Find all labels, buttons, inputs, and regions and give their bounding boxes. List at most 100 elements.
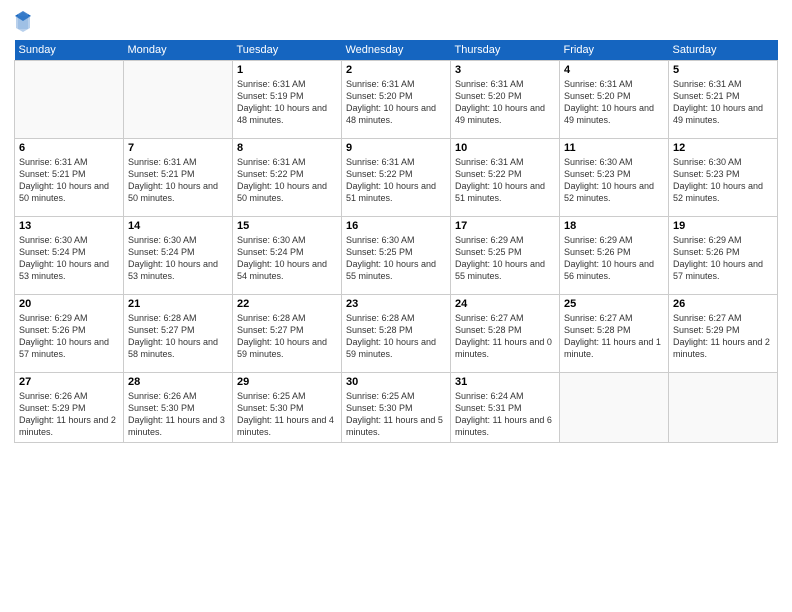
day-detail: Sunrise: 6:27 AM Sunset: 5:29 PM Dayligh… — [673, 312, 773, 361]
day-number: 28 — [128, 376, 228, 388]
logo-icon — [14, 10, 32, 32]
calendar-cell: 23 Sunrise: 6:28 AM Sunset: 5:28 PM Dayli… — [342, 295, 451, 373]
calendar-cell — [124, 61, 233, 139]
calendar-cell: 28 Sunrise: 6:26 AM Sunset: 5:30 PM Dayli… — [124, 373, 233, 443]
day-number: 8 — [237, 142, 337, 154]
calendar-week-row: 6 Sunrise: 6:31 AM Sunset: 5:21 PM Daylig… — [15, 139, 778, 217]
day-detail: Sunrise: 6:29 AM Sunset: 5:26 PM Dayligh… — [673, 234, 773, 283]
calendar-cell: 6 Sunrise: 6:31 AM Sunset: 5:21 PM Daylig… — [15, 139, 124, 217]
calendar-cell: 16Sunrise: 6:30 AM Sunset: 5:25 PM Dayli… — [342, 217, 451, 295]
day-detail: Sunrise: 6:30 AM Sunset: 5:23 PM Dayligh… — [673, 156, 773, 205]
calendar-week-row: 20 Sunrise: 6:29 AM Sunset: 5:26 PM Dayli… — [15, 295, 778, 373]
calendar-week-row: 27 Sunrise: 6:26 AM Sunset: 5:29 PM Dayli… — [15, 373, 778, 443]
day-number: 18 — [564, 220, 664, 232]
weekday-header-row: SundayMondayTuesdayWednesdayThursdayFrid… — [15, 40, 778, 61]
calendar-cell: 19Sunrise: 6:29 AM Sunset: 5:26 PM Dayli… — [669, 217, 778, 295]
calendar-cell: 18 Sunrise: 6:29 AM Sunset: 5:26 PM Dayli… — [560, 217, 669, 295]
day-number: 22 — [237, 298, 337, 310]
page: SundayMondayTuesdayWednesdayThursdayFrid… — [0, 0, 792, 612]
day-number: 30 — [346, 376, 446, 388]
day-detail: Sunrise: 6:31 AM Sunset: 5:22 PM Dayligh… — [455, 156, 555, 205]
day-detail: Sunrise: 6:31 AM Sunset: 5:20 PM Dayligh… — [346, 78, 446, 127]
day-number: 2 — [346, 64, 446, 76]
day-detail: Sunrise: 6:31 AM Sunset: 5:21 PM Dayligh… — [673, 78, 773, 127]
day-number: 24 — [455, 298, 555, 310]
weekday-header: Saturday — [669, 40, 778, 61]
day-detail: Sunrise: 6:25 AM Sunset: 5:30 PM Dayligh… — [346, 390, 446, 439]
day-number: 26 — [673, 298, 773, 310]
calendar-cell: 14 Sunrise: 6:30 AM Sunset: 5:24 PM Dayli… — [124, 217, 233, 295]
calendar-week-row: 13Sunrise: 6:30 AM Sunset: 5:24 PM Dayli… — [15, 217, 778, 295]
day-detail: Sunrise: 6:29 AM Sunset: 5:26 PM Dayligh… — [564, 234, 664, 283]
calendar-cell: 4 Sunrise: 6:31 AM Sunset: 5:20 PM Daylig… — [560, 61, 669, 139]
weekday-header: Thursday — [451, 40, 560, 61]
calendar-cell: 24 Sunrise: 6:27 AM Sunset: 5:28 PM Dayli… — [451, 295, 560, 373]
day-detail: Sunrise: 6:31 AM Sunset: 5:21 PM Dayligh… — [128, 156, 228, 205]
calendar-cell: 25 Sunrise: 6:27 AM Sunset: 5:28 PM Dayli… — [560, 295, 669, 373]
day-detail: Sunrise: 6:30 AM Sunset: 5:25 PM Dayligh… — [346, 234, 446, 283]
calendar-cell: 9Sunrise: 6:31 AM Sunset: 5:22 PM Daylig… — [342, 139, 451, 217]
calendar-cell: 2 Sunrise: 6:31 AM Sunset: 5:20 PM Daylig… — [342, 61, 451, 139]
day-detail: Sunrise: 6:28 AM Sunset: 5:27 PM Dayligh… — [128, 312, 228, 361]
day-number: 21 — [128, 298, 228, 310]
calendar-week-row: 1 Sunrise: 6:31 AM Sunset: 5:19 PM Daylig… — [15, 61, 778, 139]
day-detail: Sunrise: 6:30 AM Sunset: 5:24 PM Dayligh… — [237, 234, 337, 283]
day-detail: Sunrise: 6:31 AM Sunset: 5:20 PM Dayligh… — [455, 78, 555, 127]
calendar-cell: 3Sunrise: 6:31 AM Sunset: 5:20 PM Daylig… — [451, 61, 560, 139]
day-number: 25 — [564, 298, 664, 310]
calendar-cell: 15 Sunrise: 6:30 AM Sunset: 5:24 PM Dayli… — [233, 217, 342, 295]
day-detail: Sunrise: 6:31 AM Sunset: 5:19 PM Dayligh… — [237, 78, 337, 127]
calendar-cell: 17Sunrise: 6:29 AM Sunset: 5:25 PM Dayli… — [451, 217, 560, 295]
day-detail: Sunrise: 6:29 AM Sunset: 5:25 PM Dayligh… — [455, 234, 555, 283]
day-number: 6 — [19, 142, 119, 154]
weekday-header: Friday — [560, 40, 669, 61]
day-detail: Sunrise: 6:31 AM Sunset: 5:21 PM Dayligh… — [19, 156, 119, 205]
day-detail: Sunrise: 6:27 AM Sunset: 5:28 PM Dayligh… — [455, 312, 555, 361]
day-detail: Sunrise: 6:25 AM Sunset: 5:30 PM Dayligh… — [237, 390, 337, 439]
day-number: 15 — [237, 220, 337, 232]
day-number: 31 — [455, 376, 555, 388]
day-detail: Sunrise: 6:29 AM Sunset: 5:26 PM Dayligh… — [19, 312, 119, 361]
calendar-cell: 1 Sunrise: 6:31 AM Sunset: 5:19 PM Daylig… — [233, 61, 342, 139]
day-number: 14 — [128, 220, 228, 232]
day-number: 20 — [19, 298, 119, 310]
day-detail: Sunrise: 6:24 AM Sunset: 5:31 PM Dayligh… — [455, 390, 555, 439]
logo — [14, 10, 35, 32]
calendar-cell: 13Sunrise: 6:30 AM Sunset: 5:24 PM Dayli… — [15, 217, 124, 295]
calendar-cell — [15, 61, 124, 139]
weekday-header: Sunday — [15, 40, 124, 61]
calendar-cell: 29Sunrise: 6:25 AM Sunset: 5:30 PM Dayli… — [233, 373, 342, 443]
day-detail: Sunrise: 6:31 AM Sunset: 5:20 PM Dayligh… — [564, 78, 664, 127]
day-detail: Sunrise: 6:27 AM Sunset: 5:28 PM Dayligh… — [564, 312, 664, 361]
calendar-cell: 30 Sunrise: 6:25 AM Sunset: 5:30 PM Dayli… — [342, 373, 451, 443]
day-detail: Sunrise: 6:30 AM Sunset: 5:23 PM Dayligh… — [564, 156, 664, 205]
calendar-cell: 31 Sunrise: 6:24 AM Sunset: 5:31 PM Dayli… — [451, 373, 560, 443]
day-number: 23 — [346, 298, 446, 310]
day-number: 4 — [564, 64, 664, 76]
weekday-header: Wednesday — [342, 40, 451, 61]
day-number: 1 — [237, 64, 337, 76]
day-number: 5 — [673, 64, 773, 76]
calendar-cell: 22 Sunrise: 6:28 AM Sunset: 5:27 PM Dayli… — [233, 295, 342, 373]
day-detail: Sunrise: 6:28 AM Sunset: 5:28 PM Dayligh… — [346, 312, 446, 361]
weekday-header: Tuesday — [233, 40, 342, 61]
day-detail: Sunrise: 6:30 AM Sunset: 5:24 PM Dayligh… — [128, 234, 228, 283]
day-detail: Sunrise: 6:28 AM Sunset: 5:27 PM Dayligh… — [237, 312, 337, 361]
day-detail: Sunrise: 6:31 AM Sunset: 5:22 PM Dayligh… — [237, 156, 337, 205]
calendar-cell: 8 Sunrise: 6:31 AM Sunset: 5:22 PM Daylig… — [233, 139, 342, 217]
calendar-cell — [669, 373, 778, 443]
calendar-cell: 27 Sunrise: 6:26 AM Sunset: 5:29 PM Dayli… — [15, 373, 124, 443]
calendar-cell: 12Sunrise: 6:30 AM Sunset: 5:23 PM Dayli… — [669, 139, 778, 217]
calendar-cell — [560, 373, 669, 443]
day-number: 7 — [128, 142, 228, 154]
day-number: 27 — [19, 376, 119, 388]
calendar-cell: 10 Sunrise: 6:31 AM Sunset: 5:22 PM Dayli… — [451, 139, 560, 217]
calendar-cell: 7 Sunrise: 6:31 AM Sunset: 5:21 PM Daylig… — [124, 139, 233, 217]
calendar-table: SundayMondayTuesdayWednesdayThursdayFrid… — [14, 40, 778, 443]
day-detail: Sunrise: 6:26 AM Sunset: 5:30 PM Dayligh… — [128, 390, 228, 439]
day-number: 9 — [346, 142, 446, 154]
day-detail: Sunrise: 6:26 AM Sunset: 5:29 PM Dayligh… — [19, 390, 119, 439]
calendar-cell: 21 Sunrise: 6:28 AM Sunset: 5:27 PM Dayli… — [124, 295, 233, 373]
day-number: 10 — [455, 142, 555, 154]
header — [14, 10, 778, 32]
